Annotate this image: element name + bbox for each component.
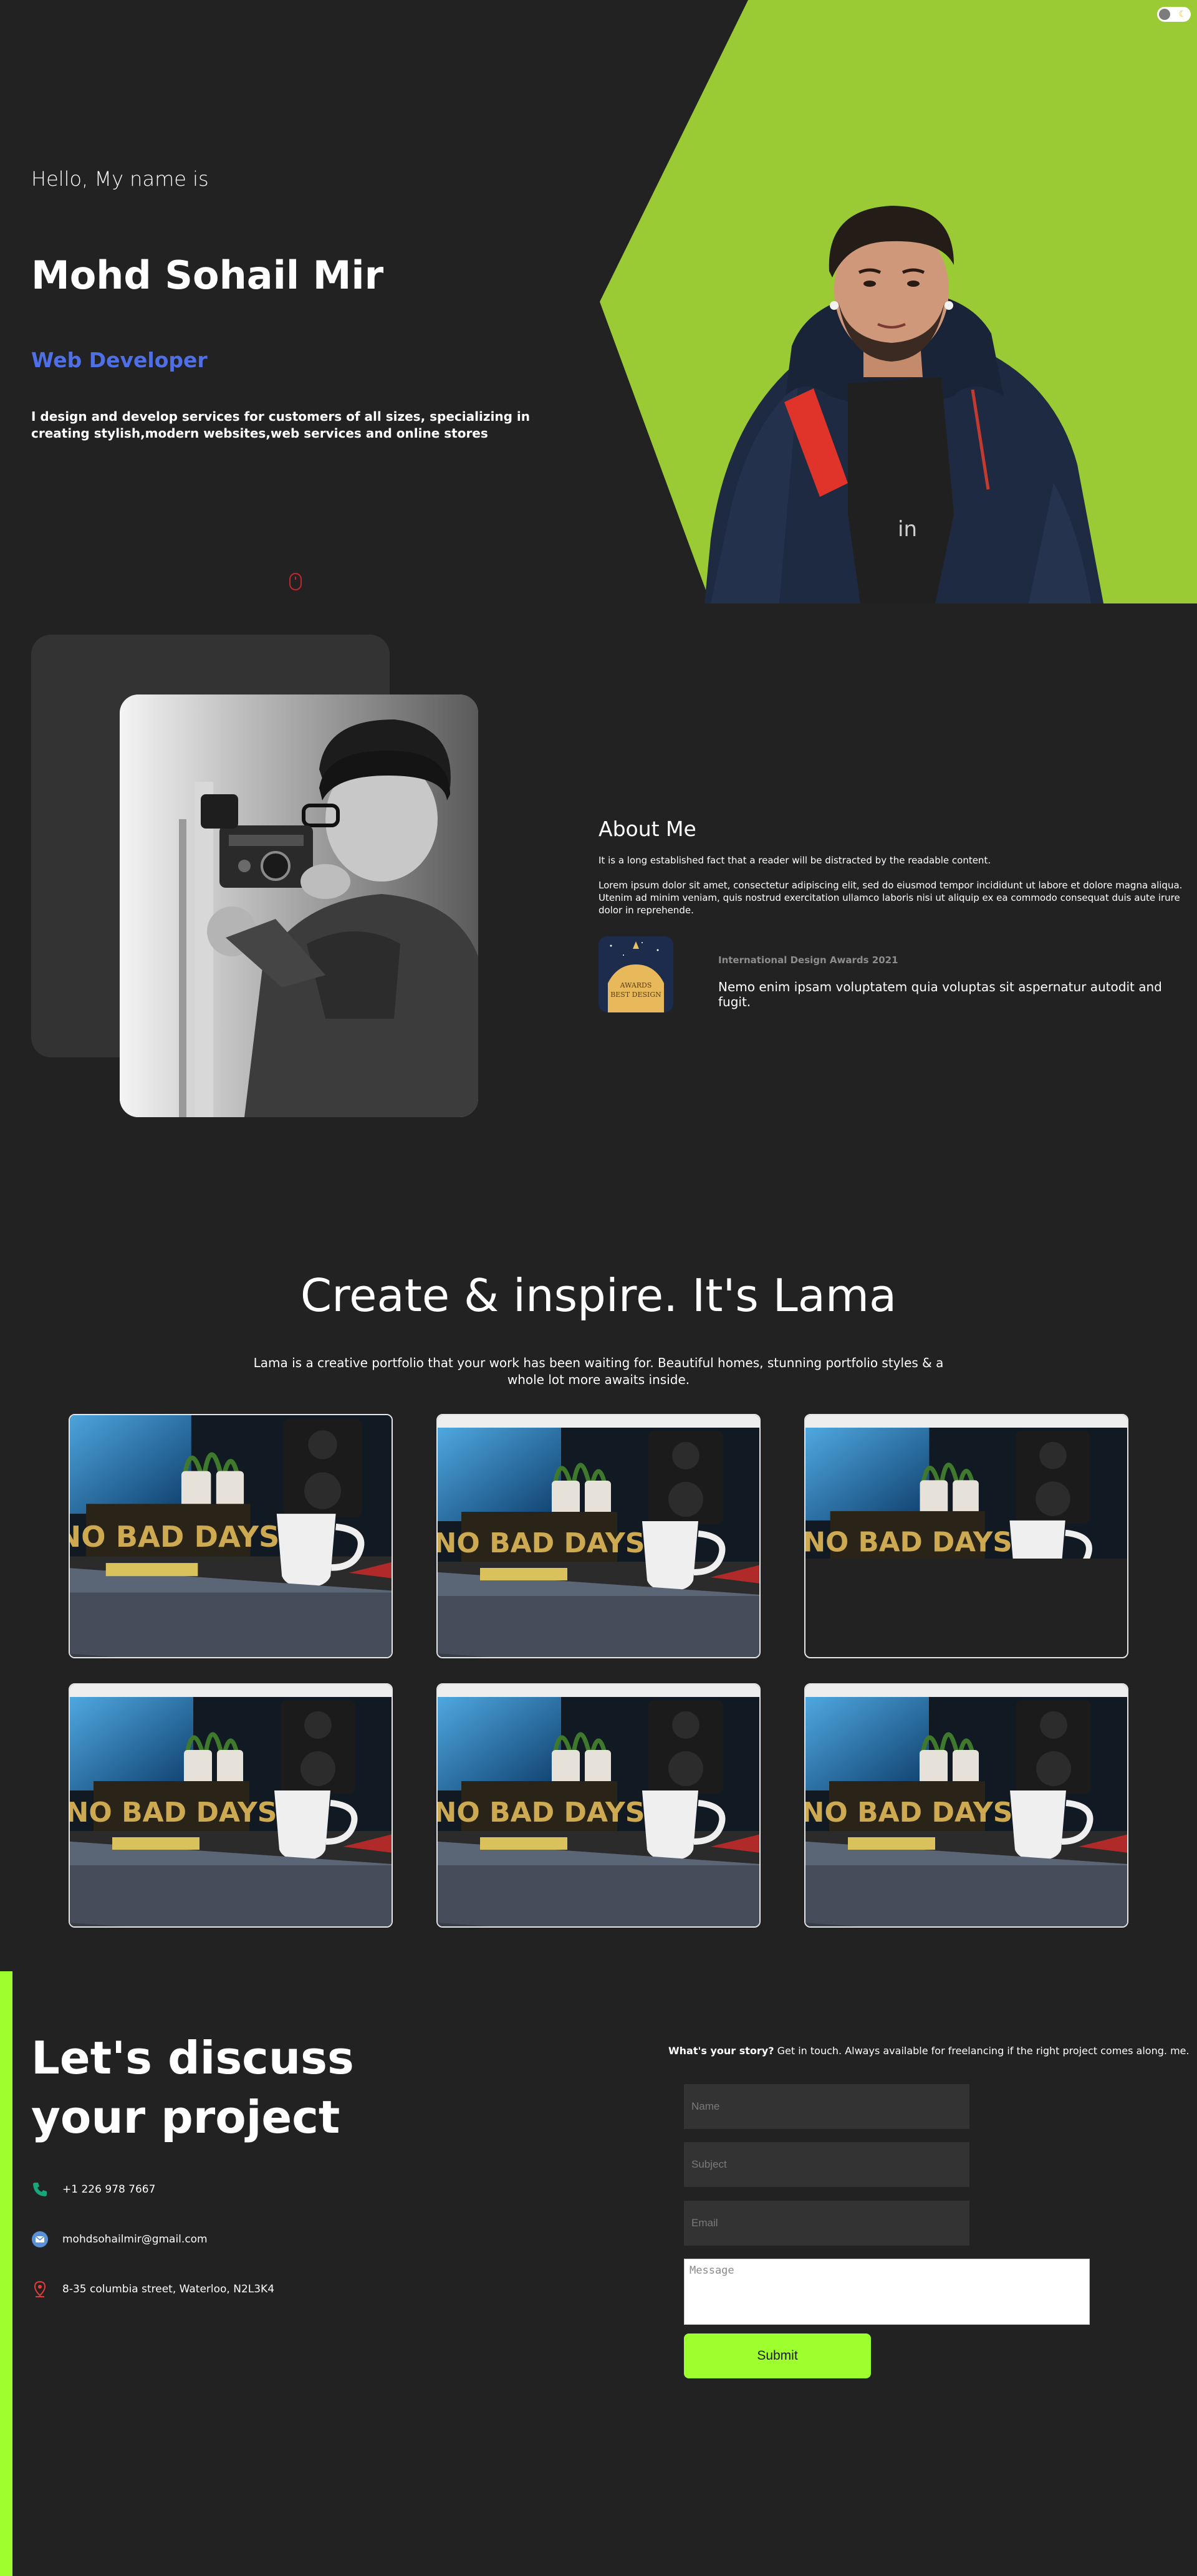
- portfolio-item-top-bar: [70, 1684, 392, 1697]
- contact-address[interactable]: 8-35 columbia street, Waterloo, N2L3K4: [31, 2280, 274, 2298]
- contact-email[interactable]: mohdsohailmir@gmail.com: [31, 2231, 208, 2248]
- portfolio-image-caption: NO BAD DAYS: [805, 1526, 1012, 1558]
- hero-section: ☾ Hello, My name is Mohd Sohail Mir Web …: [0, 0, 1197, 603]
- portfolio-item-top-bar: [438, 1415, 759, 1428]
- phone-number: +1 226 978 7667: [62, 2183, 156, 2196]
- portfolio-item[interactable]: NO BAD DAYS: [69, 1414, 393, 1658]
- email-icon: [32, 2231, 48, 2247]
- portfolio-item-top-bar: [805, 1415, 1127, 1428]
- portfolio-image-caption: NO BAD DAYS: [70, 1520, 279, 1554]
- photographer-image: [120, 694, 478, 1117]
- portfolio-title: Create & inspire. It's Lama: [300, 1269, 897, 1322]
- contact-title: Let's discuss your project: [31, 2032, 354, 2143]
- hero-description: I design and develop services for custom…: [31, 409, 530, 441]
- portfolio-image: NO BAD DAYS: [70, 1697, 392, 1926]
- story-heading: What's your story?: [668, 2045, 774, 2057]
- portfolio-image: NO BAD DAYS: [805, 1697, 1127, 1926]
- portfolio-image-caption: NO BAD DAYS: [70, 1797, 277, 1829]
- about-lead-text: It is a long established fact that a rea…: [598, 855, 991, 866]
- phone-icon: [33, 2183, 47, 2196]
- portfolio-description: Lama is a creative portfolio that your w…: [253, 1355, 944, 1387]
- portfolio-image-caption: NO BAD DAYS: [438, 1797, 645, 1829]
- street-address: 8-35 columbia street, Waterloo, N2L3K4: [62, 2283, 275, 2295]
- moon-icon: ☾: [1178, 9, 1186, 19]
- portfolio-image-caption: NO BAD DAYS: [805, 1797, 1012, 1829]
- contact-story: What's your story? Get in touch. Always …: [668, 2045, 1190, 2057]
- location-pin-icon: [34, 2280, 46, 2297]
- award-badge-line1: AWARDS: [620, 981, 652, 989]
- contact-accent-stripe: [0, 1971, 12, 2576]
- award-badge-line2: BEST DESIGN: [610, 991, 661, 999]
- email-address: mohdsohailmir@gmail.com: [62, 2233, 208, 2246]
- email-input[interactable]: [684, 2201, 969, 2246]
- portfolio-item[interactable]: NO BAD DAYS: [804, 1683, 1128, 1928]
- portfolio-image: NO BAD DAYS: [438, 1428, 759, 1657]
- hero-greeting: Hello, My name is: [31, 167, 209, 191]
- portfolio-item[interactable]: NO BAD DAYS: [436, 1683, 761, 1928]
- portfolio-image: NO BAD DAYS: [805, 1428, 1127, 1559]
- contact-phone[interactable]: +1 226 978 7667: [31, 2181, 155, 2198]
- toggle-knob: [1159, 9, 1170, 20]
- theme-toggle[interactable]: ☾: [1157, 7, 1191, 22]
- about-photo: [120, 694, 478, 1117]
- about-body-text: Lorem ipsum dolor sit amet, consectetur …: [598, 880, 1183, 916]
- portfolio-item-top-bar: [438, 1684, 759, 1697]
- portfolio-item-top-bar: [805, 1684, 1127, 1697]
- hero-name: Mohd Sohail Mir: [31, 252, 384, 298]
- portfolio-item[interactable]: NO BAD DAYS: [804, 1414, 1128, 1658]
- mouse-icon[interactable]: [288, 572, 303, 591]
- name-input[interactable]: [684, 2084, 969, 2129]
- portfolio-image-caption: NO BAD DAYS: [438, 1527, 645, 1559]
- story-text: Get in touch. Always available for freel…: [774, 2045, 1190, 2057]
- portfolio-item[interactable]: NO BAD DAYS: [69, 1683, 393, 1928]
- portfolio-item[interactable]: NO BAD DAYS: [436, 1414, 761, 1658]
- hero-portrait: in: [704, 206, 1103, 603]
- message-textarea[interactable]: [684, 2259, 1090, 2325]
- subject-input[interactable]: [684, 2142, 969, 2187]
- award-badge-image: AWARDS BEST DESIGN: [598, 936, 673, 1012]
- portfolio-image: NO BAD DAYS: [70, 1415, 392, 1657]
- svg-text:in: in: [898, 517, 917, 542]
- submit-button[interactable]: Submit: [684, 2333, 871, 2378]
- award-label: International Design Awards 2021: [718, 954, 898, 966]
- hero-role: Web Developer: [31, 348, 208, 372]
- about-title: About Me: [598, 817, 696, 841]
- portfolio-image: NO BAD DAYS: [438, 1697, 759, 1926]
- portfolio-page: ☾ Hello, My name is Mohd Sohail Mir Web …: [0, 0, 1197, 2576]
- award-description: Nemo enim ipsam voluptatem quia voluptas…: [718, 979, 1162, 1009]
